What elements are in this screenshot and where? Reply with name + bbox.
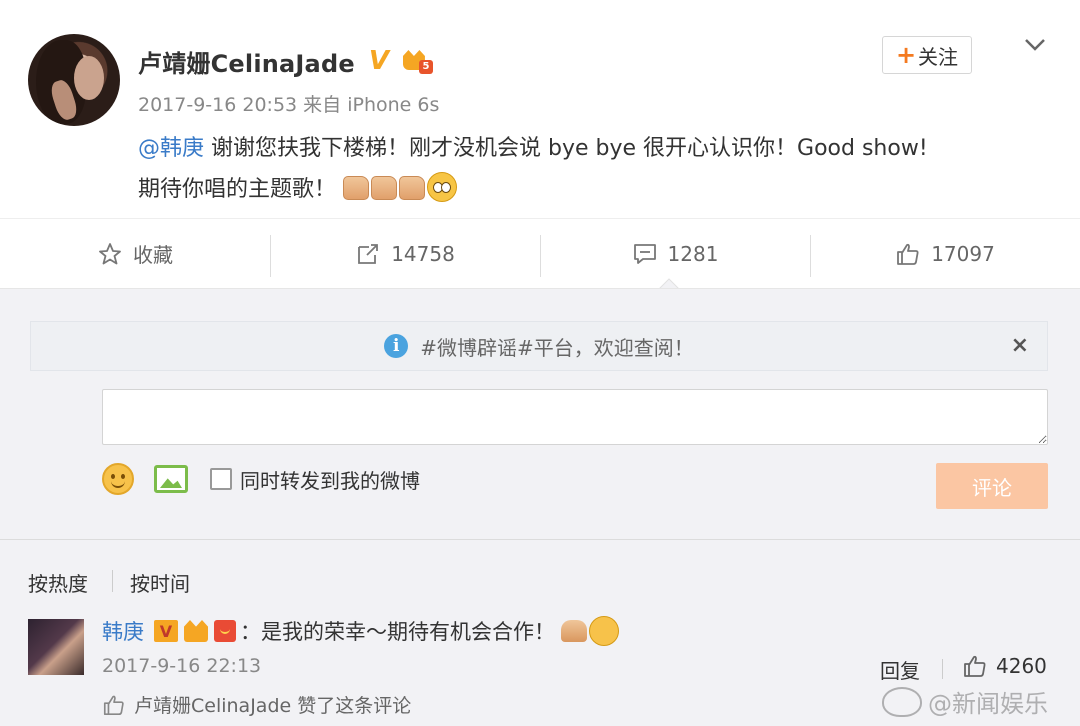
- weibo-logo-icon: [882, 686, 922, 717]
- comment-like-count: 4260: [996, 654, 1047, 678]
- action-bar: 收藏 14758 1281 17097: [0, 218, 1080, 288]
- favorite-label: 收藏: [133, 243, 173, 267]
- sort-divider: [112, 570, 113, 592]
- repost-icon: [358, 243, 379, 264]
- post-text-line2: 期待你唱的主题歌！: [138, 177, 337, 202]
- thumbs-up-emoji-icon: [343, 176, 370, 200]
- verified-v-icon: V: [368, 46, 389, 76]
- crown-icon: [184, 620, 208, 642]
- praying-hands-emoji-icon: [561, 620, 587, 642]
- comment-item: 韩庚 V ：是我的荣幸～期待有机会合作！: [102, 615, 619, 647]
- author-row: 卢靖姗CelinaJade V 5: [138, 44, 433, 78]
- thumbs-up-emoji-icon: [399, 176, 426, 200]
- comment-like-button[interactable]: 4260: [962, 653, 1047, 679]
- thumbs-up-icon: [897, 243, 919, 265]
- comment-icon: [633, 243, 656, 264]
- close-icon[interactable]: ×: [1011, 333, 1029, 358]
- vip-level-number: 5: [418, 60, 433, 74]
- comment-count: 1281: [667, 241, 719, 266]
- comment-text: ：是我的荣幸～期待有机会合作！: [240, 620, 555, 644]
- favorite-button[interactable]: 收藏: [0, 219, 270, 288]
- author-avatar[interactable]: [28, 34, 120, 126]
- repost-checkbox[interactable]: [210, 468, 232, 490]
- mention-link[interactable]: @韩庚: [138, 136, 204, 161]
- verified-v-icon: V: [154, 620, 178, 642]
- thumbs-up-icon: [103, 695, 124, 715]
- comment-section: i #微博辟谣#平台，欢迎查阅！ × 同时转发到我的微博 评论 按热度 按时间 …: [0, 288, 1080, 726]
- comment-action-divider: [942, 659, 943, 679]
- sort-bar: 按热度 按时间: [0, 539, 1080, 599]
- post-text: @韩庚 谢谢您扶我下楼梯！刚才没机会说 bye bye 很开心认识你！Good …: [138, 128, 1038, 210]
- liked-by-text: 卢靖姗CelinaJade 赞了这条评论: [134, 695, 412, 717]
- chevron-down-icon[interactable]: [1020, 30, 1050, 60]
- thumbs-up-emoji-icon: [371, 176, 398, 200]
- goofy-face-emoji-icon: [427, 172, 458, 202]
- comment-time: 2017-9-16 22:13: [102, 655, 262, 677]
- watermark-text: @新闻娱乐: [928, 690, 1048, 718]
- image-upload-icon[interactable]: [154, 465, 188, 493]
- repost-count: 14758: [391, 241, 455, 266]
- follow-label: 关注: [918, 44, 959, 69]
- thumbs-up-icon: [964, 655, 986, 677]
- red-envelope-icon: [214, 620, 236, 642]
- smile-emoji-icon: [589, 616, 619, 646]
- repost-checkbox-label[interactable]: 同时转发到我的微博: [240, 465, 420, 494]
- commenter-name[interactable]: 韩庚: [102, 616, 144, 646]
- commenter-avatar[interactable]: [28, 619, 84, 675]
- submit-comment-button[interactable]: 评论: [936, 463, 1048, 509]
- follow-button[interactable]: + 关注: [882, 36, 972, 74]
- like-count: 17097: [931, 241, 995, 266]
- watermark: @新闻娱乐: [882, 684, 1048, 719]
- info-icon: i: [384, 334, 409, 358]
- repost-button[interactable]: 14758: [270, 219, 540, 288]
- notice-text[interactable]: #微博辟谣#平台，欢迎查阅！: [420, 332, 694, 361]
- vip-level-icon: 5: [402, 48, 433, 74]
- rumor-notice-banner: i #微博辟谣#平台，欢迎查阅！ ×: [30, 321, 1048, 371]
- sort-by-time-tab[interactable]: 按时间: [130, 568, 190, 597]
- avatar-face: [74, 56, 104, 100]
- author-name[interactable]: 卢靖姗CelinaJade: [138, 44, 355, 79]
- post-meta: 2017-9-16 20:53 来自 iPhone 6s: [138, 94, 440, 116]
- post-text-line1: 谢谢您扶我下楼梯！刚才没机会说 bye bye 很开心认识你！Good show…: [204, 136, 928, 161]
- star-icon: [99, 242, 121, 264]
- liked-by-note: 卢靖姗CelinaJade 赞了这条评论: [102, 691, 411, 718]
- comment-tools: 同时转发到我的微博: [102, 461, 420, 497]
- like-button[interactable]: 17097: [810, 219, 1080, 288]
- weibo-post: 卢靖姗CelinaJade V 5 2017-9-16 20:53 来自 iPh…: [0, 0, 1080, 218]
- plus-icon: +: [895, 41, 917, 69]
- comment-input[interactable]: [102, 389, 1048, 445]
- sort-by-hot-tab[interactable]: 按热度: [28, 568, 88, 597]
- emoji-picker-icon[interactable]: [102, 463, 134, 495]
- reply-button[interactable]: 回复: [880, 655, 920, 684]
